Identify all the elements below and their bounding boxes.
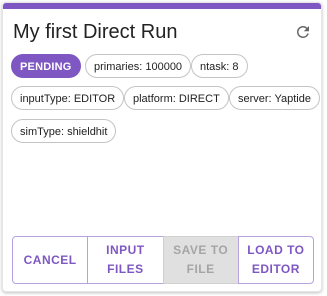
platform-chip: platform: DIRECT bbox=[124, 86, 229, 110]
input-files-label-line2: FILES bbox=[107, 262, 144, 276]
load-to-editor-label-line2: EDITOR bbox=[251, 262, 300, 276]
input-files-button-label: INPUT FILES bbox=[106, 241, 145, 279]
save-to-file-label-line1: SAVE TO bbox=[173, 243, 229, 257]
save-to-file-label-line2: FILE bbox=[186, 262, 215, 276]
load-to-editor-label-line1: LOAD TO bbox=[247, 243, 305, 257]
cancel-button-label: CANCEL bbox=[23, 252, 77, 267]
ntask-chip: ntask: 8 bbox=[191, 54, 248, 78]
load-to-editor-button[interactable]: LOAD TO EDITOR bbox=[237, 236, 314, 284]
input-files-label-line1: INPUT bbox=[106, 243, 145, 257]
save-to-file-button[interactable]: SAVE TO FILE bbox=[162, 236, 239, 284]
refresh-icon[interactable] bbox=[294, 23, 312, 41]
card-title: My first Direct Run bbox=[13, 21, 178, 43]
simulation-card: My first Direct Run PENDING primaries: 1… bbox=[2, 2, 322, 292]
sim-type-chip: simType: shieldhit bbox=[11, 119, 117, 143]
server-chip: server: Yaptide bbox=[229, 86, 320, 110]
input-files-button[interactable]: INPUT FILES bbox=[87, 236, 164, 284]
load-to-editor-button-label: LOAD TO EDITOR bbox=[247, 241, 304, 279]
primaries-chip: primaries: 100000 bbox=[85, 54, 192, 78]
status-badge: PENDING bbox=[11, 54, 81, 78]
action-button-group: CANCEL INPUT FILES SAVE TO FILE LOAD TO … bbox=[12, 236, 314, 284]
card-accent-bar bbox=[3, 3, 321, 9]
cancel-button[interactable]: CANCEL bbox=[12, 236, 89, 284]
input-type-chip: inputType: EDITOR bbox=[11, 86, 125, 110]
save-to-file-button-label: SAVE TO FILE bbox=[173, 241, 228, 279]
